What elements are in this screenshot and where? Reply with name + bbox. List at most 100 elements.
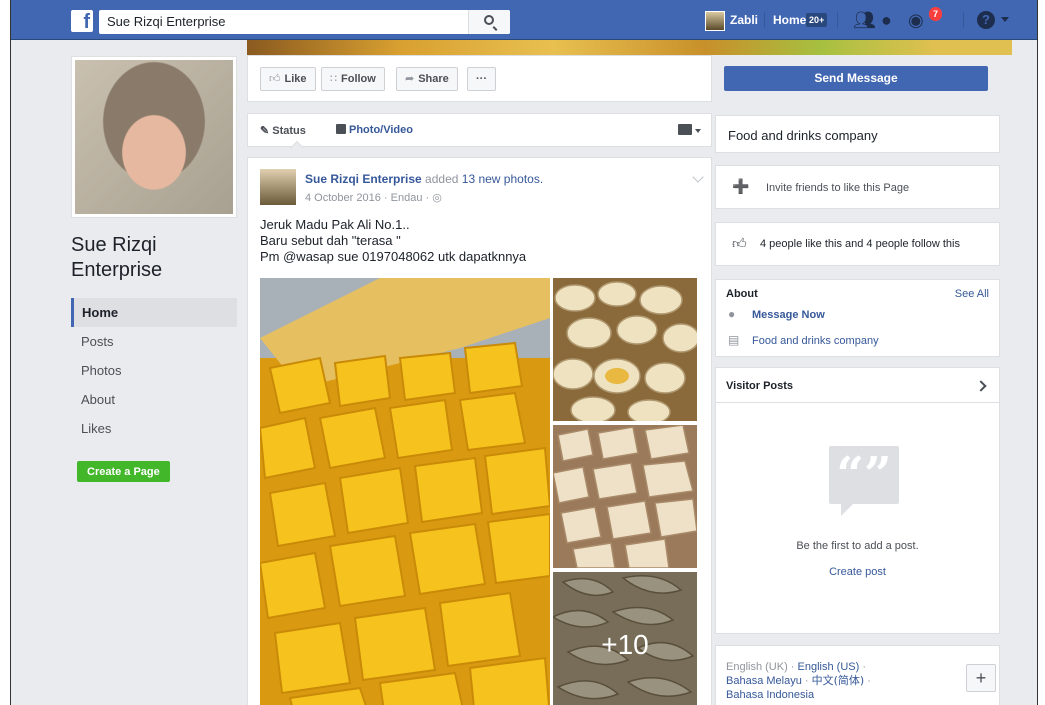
- post-text-line: Jeruk Madu Pak Ali No.1..: [260, 217, 410, 232]
- like-label: Like: [284, 73, 307, 85]
- post-photo-more-thumbnail[interactable]: +10: [553, 572, 697, 705]
- post-photo-thumbnail[interactable]: [553, 278, 697, 421]
- follow-button[interactable]: ∷ Follow: [321, 67, 385, 91]
- language-line: English (UK) · English (US) ·: [726, 660, 956, 674]
- sidebar-item-photos[interactable]: Photos: [71, 356, 237, 385]
- divider: [764, 12, 765, 28]
- like-button[interactable]: 👍︎ Like: [260, 67, 316, 91]
- thumbs-up-icon: 👍︎: [269, 73, 281, 85]
- home-link[interactable]: Home: [773, 13, 806, 27]
- fruit-pieces-photo: [553, 425, 697, 568]
- page-sidebar-nav: Home Posts Photos About Likes: [71, 298, 237, 443]
- pencil-icon: ✎: [260, 125, 270, 137]
- photo-video-tab[interactable]: Photo/Video: [336, 124, 413, 136]
- sidebar-item-posts[interactable]: Posts: [71, 327, 237, 356]
- kernels-photo: [553, 278, 697, 421]
- language-separator: ·: [859, 661, 867, 673]
- divider: [716, 402, 999, 403]
- feed-post: Sue Rizqi Enterprise added 13 new photos…: [247, 157, 712, 705]
- post-body: Jeruk Madu Pak Ali No.1.. Baru sebut dah…: [260, 217, 700, 265]
- chevron-down-icon[interactable]: [695, 129, 701, 133]
- post-header: Sue Rizqi Enterprise added 13 new photos…: [305, 172, 543, 186]
- divider: [963, 12, 964, 28]
- visitor-posts-heading[interactable]: Visitor Posts: [726, 380, 793, 392]
- business-category-icon: ▤: [728, 333, 740, 347]
- share-arrow-icon: ➦: [405, 73, 415, 85]
- user-avatar[interactable]: [705, 11, 725, 31]
- account-menu-caret-icon[interactable]: [1001, 17, 1009, 22]
- messenger-icon: ●: [728, 307, 736, 321]
- visitor-posts-card: Visitor Posts “” Be the first to add a p…: [715, 367, 1000, 634]
- language-option[interactable]: Bahasa Indonesia: [726, 689, 814, 701]
- create-post-link[interactable]: Create post: [716, 566, 999, 578]
- meta-dot: ·: [383, 192, 391, 204]
- see-all-link[interactable]: See All: [955, 288, 989, 300]
- sidebar-item-home[interactable]: Home: [71, 298, 237, 327]
- chevron-right-icon[interactable]: [975, 380, 987, 392]
- help-icon[interactable]: ?: [977, 11, 995, 29]
- friend-requests-icon[interactable]: 👥︎: [853, 11, 876, 29]
- about-card: About See All ● Message Now ▤ Food and d…: [715, 279, 1000, 357]
- search-button[interactable]: [468, 10, 510, 34]
- public-globe-icon[interactable]: ◎: [432, 192, 442, 204]
- rss-icon: ∷: [330, 73, 337, 85]
- audience-selector-icon[interactable]: [678, 124, 692, 135]
- post-verb: added: [425, 172, 459, 186]
- notifications-globe-icon[interactable]: ◉: [908, 11, 924, 29]
- share-label: Share: [418, 73, 449, 85]
- facebook-logo-icon[interactable]: f: [71, 10, 93, 32]
- messenger-icon[interactable]: ●: [881, 11, 892, 29]
- new-photos-link[interactable]: 13 new photos.: [462, 172, 543, 186]
- search-icon: [484, 15, 494, 25]
- user-name-link[interactable]: Zabli: [730, 13, 758, 27]
- page-action-bar: 👍︎ Like ∷ Follow ➦ Share ···: [247, 55, 712, 102]
- about-category-link[interactable]: Food and drinks company: [752, 335, 879, 347]
- quote-icon-tail: [841, 504, 853, 516]
- post-options-chevron-icon[interactable]: [692, 171, 704, 183]
- sidebar-item-likes[interactable]: Likes: [71, 414, 237, 443]
- send-message-button[interactable]: Send Message: [724, 66, 988, 91]
- notification-count-badge: 7: [929, 7, 942, 21]
- post-date-link[interactable]: 4 October 2016: [305, 192, 381, 204]
- invite-friends-card[interactable]: ➕ Invite friends to like this Page: [715, 165, 1000, 209]
- cover-photo[interactable]: [247, 40, 1012, 55]
- post-author-link[interactable]: Sue Rizqi Enterprise: [305, 172, 422, 186]
- camera-icon: [336, 124, 346, 134]
- category-card: Food and drinks company: [715, 115, 1000, 153]
- language-list: English (UK) · English (US) · Bahasa Mel…: [726, 660, 956, 702]
- page-title[interactable]: Sue Rizqi Enterprise: [71, 233, 241, 283]
- add-language-button[interactable]: +: [966, 664, 996, 692]
- post-text-line: Baru sebut dah "terasa ": [260, 233, 401, 248]
- message-now-link[interactable]: Message Now: [752, 309, 825, 321]
- post-photo-main[interactable]: [260, 278, 550, 705]
- profile-photo-image: [75, 60, 233, 214]
- more-options-button[interactable]: ···: [467, 67, 496, 91]
- create-page-button[interactable]: Create a Page: [77, 461, 170, 482]
- share-button[interactable]: ➦ Share: [396, 67, 458, 91]
- post-composer: ✎ Status Photo/Video: [247, 113, 712, 147]
- language-option[interactable]: Bahasa Melayu: [726, 675, 802, 687]
- post-location-link[interactable]: Endau: [391, 192, 423, 204]
- language-option[interactable]: English (US): [798, 661, 860, 673]
- post-author-avatar[interactable]: [260, 169, 296, 205]
- language-line: Bahasa Melayu · 中文(简体) ·: [726, 674, 956, 688]
- mango-cubes-photo: [260, 278, 550, 705]
- sidebar-item-about[interactable]: About: [71, 385, 237, 414]
- language-separator: ·: [801, 675, 812, 687]
- status-tab[interactable]: ✎ Status: [260, 124, 306, 137]
- search-input[interactable]: Sue Rizqi Enterprise: [99, 10, 510, 34]
- about-heading: About: [726, 288, 758, 300]
- status-label: Status: [272, 125, 306, 137]
- more-photos-overlay[interactable]: +10: [553, 572, 697, 705]
- follow-label: Follow: [341, 73, 376, 85]
- top-navigation-bar: f Sue Rizqi Enterprise Zabli Home 20+ 👥︎…: [11, 0, 1037, 40]
- likes-count-text[interactable]: 4 people like this and 4 people follow t…: [760, 238, 960, 250]
- browser-frame: f Sue Rizqi Enterprise Zabli Home 20+ 👥︎…: [10, 0, 1038, 705]
- page-profile-picture[interactable]: [71, 56, 237, 218]
- language-line: Bahasa Indonesia: [726, 688, 956, 702]
- post-photo-thumbnail[interactable]: [553, 425, 697, 568]
- category-title[interactable]: Food and drinks company: [728, 128, 878, 143]
- invite-friends-link[interactable]: Invite friends to like this Page: [766, 182, 909, 194]
- home-count-badge: 20+: [806, 13, 828, 27]
- language-option[interactable]: 中文(简体): [812, 674, 865, 687]
